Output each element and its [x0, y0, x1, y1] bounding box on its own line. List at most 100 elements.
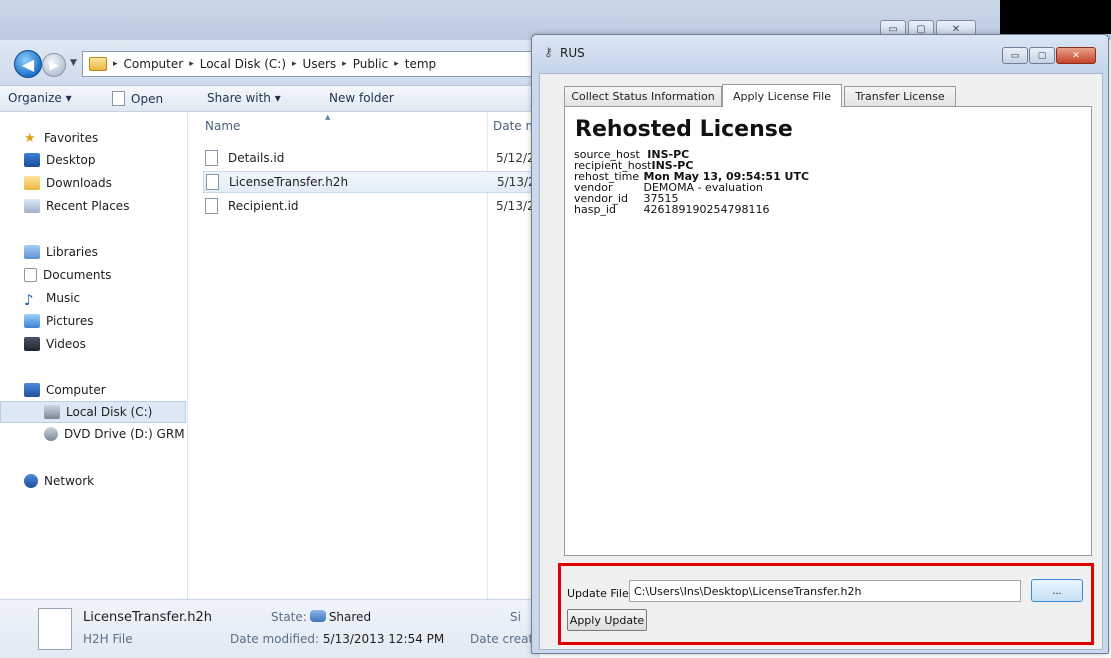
document-icon: [112, 91, 125, 106]
license-field-value: 426189190254798116: [643, 203, 770, 216]
breadcrumb-separator: ▸: [292, 59, 297, 69]
network-icon: [24, 474, 38, 488]
open-button[interactable]: Open: [112, 91, 163, 106]
update-file-label: Update File: [567, 587, 629, 600]
details-file-name: LicenseTransfer.h2h: [83, 610, 212, 625]
rus-minimize-button[interactable]: ▭: [1002, 47, 1028, 64]
sidebar-item-videos[interactable]: Videos: [24, 333, 86, 355]
open-label: Open: [131, 92, 164, 106]
details-file-type: H2H File: [83, 632, 133, 646]
details-state: State: Shared: [271, 610, 371, 624]
file-name: Recipient.id: [228, 199, 299, 213]
share-with-button[interactable]: Share with ▾: [207, 91, 281, 105]
file-row-license-transfer[interactable]: LicenseTransfer.h2h 5/13/2: [203, 171, 543, 193]
documents-icon: [24, 268, 37, 282]
organize-button[interactable]: Organize ▾: [8, 91, 72, 105]
sidebar-label: Documents: [43, 268, 112, 282]
breadcrumb-public[interactable]: Public: [353, 57, 389, 71]
dvd-drive-icon: [44, 427, 58, 441]
browse-button[interactable]: ...: [1031, 579, 1083, 602]
new-folder-button[interactable]: New folder: [329, 91, 394, 105]
apply-update-button[interactable]: Apply Update: [567, 609, 647, 631]
file-icon: [205, 150, 218, 166]
sidebar-item-favorites[interactable]: ★ Favorites: [24, 127, 98, 149]
sidebar-label: Music: [46, 291, 81, 305]
sidebar-label: Desktop: [46, 153, 96, 167]
sidebar-label: Pictures: [46, 314, 94, 328]
sidebar-item-recent-places[interactable]: Recent Places: [24, 195, 129, 217]
recent-places-icon: [24, 199, 40, 213]
forward-button[interactable]: ▶: [42, 53, 66, 77]
sidebar-item-libraries[interactable]: Libraries: [24, 241, 98, 263]
rus-window-controls: ▭ ▢ ✕: [1002, 47, 1096, 64]
breadcrumb-temp[interactable]: temp: [405, 57, 436, 71]
breadcrumb-separator: ▸: [189, 59, 194, 69]
star-icon: ★: [24, 131, 36, 146]
sidebar-item-computer[interactable]: Computer: [24, 379, 106, 401]
sidebar-label: Network: [44, 474, 95, 488]
license-heading: Rehosted License: [575, 117, 793, 142]
rus-maximize-button[interactable]: ▢: [1029, 47, 1055, 64]
sidebar-label: DVD Drive (D:) GRM: [64, 427, 185, 441]
sidebar-item-downloads[interactable]: Downloads: [24, 172, 112, 194]
file-date: 5/12/2: [496, 151, 535, 165]
app-key-icon: ⚷: [544, 45, 553, 59]
downloads-folder-icon: [24, 176, 40, 190]
address-bar[interactable]: ▸ Computer ▸ Local Disk (C:) ▸ Users ▸ P…: [82, 51, 532, 77]
file-list: ▲ Name Date m Details.id 5/12/2 LicenseT…: [189, 113, 543, 599]
sidebar-item-dvd-drive[interactable]: DVD Drive (D:) GRM: [44, 423, 185, 445]
sidebar-item-documents[interactable]: Documents: [24, 264, 111, 286]
sort-ascending-icon: ▲: [325, 113, 331, 121]
breadcrumb-separator: ▸: [113, 59, 118, 69]
tab-collect-status[interactable]: Collect Status Information: [564, 86, 722, 106]
rus-close-button[interactable]: ✕: [1056, 47, 1096, 64]
computer-icon: [24, 383, 40, 397]
details-created-label: Date creat: [470, 632, 534, 646]
tab-transfer-license[interactable]: Transfer License: [844, 86, 956, 106]
details-size-label: Si: [510, 610, 521, 624]
sidebar-label: Libraries: [46, 245, 98, 259]
tab-apply-license-file[interactable]: Apply License File: [722, 84, 842, 107]
breadcrumb-separator: ▸: [394, 59, 399, 69]
file-icon: [206, 174, 219, 190]
sidebar-label: Favorites: [44, 131, 99, 145]
rus-title-bar[interactable]: ⚷ RUS ▭ ▢ ✕: [532, 35, 1108, 73]
update-file-path-input[interactable]: [629, 580, 1021, 602]
navigation-pane: ★ Favorites Desktop Downloads Recent Plac…: [0, 113, 188, 599]
sidebar-label: Recent Places: [46, 199, 130, 213]
file-row-details[interactable]: Details.id 5/12/2: [205, 147, 545, 169]
sidebar-item-desktop[interactable]: Desktop: [24, 149, 96, 171]
breadcrumb-local-disk[interactable]: Local Disk (C:): [200, 57, 286, 71]
sidebar-item-pictures[interactable]: Pictures: [24, 310, 94, 332]
disk-drive-icon: [44, 405, 60, 419]
back-button[interactable]: ◀: [14, 50, 42, 78]
recent-pages-dropdown[interactable]: ▼: [70, 58, 77, 68]
pictures-icon: [24, 314, 40, 328]
details-date-modified: Date modified: 5/13/2013 12:54 PM: [230, 632, 444, 646]
breadcrumb-users[interactable]: Users: [303, 57, 337, 71]
folder-icon: [89, 57, 107, 71]
state-value: Shared: [328, 610, 372, 624]
sidebar-item-network[interactable]: Network: [24, 470, 94, 492]
sidebar-item-local-disk[interactable]: Local Disk (C:): [0, 401, 186, 423]
file-date: 5/13/2: [497, 175, 536, 189]
rus-title: RUS: [560, 46, 585, 60]
file-name: Details.id: [228, 151, 285, 165]
videos-icon: [24, 337, 40, 351]
music-note-icon: ♪: [24, 291, 34, 309]
shared-users-icon: [309, 610, 326, 622]
breadcrumb-computer[interactable]: Computer: [124, 57, 184, 71]
sidebar-label: Computer: [46, 383, 106, 397]
rus-window: ⚷ RUS ▭ ▢ ✕ Collect Status Information A…: [531, 34, 1109, 654]
sidebar-label: Downloads: [46, 176, 112, 190]
modified-label: Date modified:: [230, 632, 320, 646]
address-row: ◀ ▶ ▼ ▸ Computer ▸ Local Disk (C:) ▸ Use…: [0, 40, 540, 86]
sidebar-item-music[interactable]: ♪ Music: [24, 287, 80, 309]
modified-value: 5/13/2013 12:54 PM: [322, 632, 445, 646]
file-row-recipient[interactable]: Recipient.id 5/13/2: [205, 195, 545, 217]
explorer-toolbar: Organize ▾ Open Share with ▾ New folder: [0, 86, 540, 112]
license-field-row: hasp_id 426189190254798116: [574, 204, 769, 215]
details-pane: LicenseTransfer.h2h H2H File State: Share…: [0, 599, 540, 658]
column-header-name[interactable]: Name: [205, 119, 240, 133]
black-region: [1000, 0, 1111, 34]
